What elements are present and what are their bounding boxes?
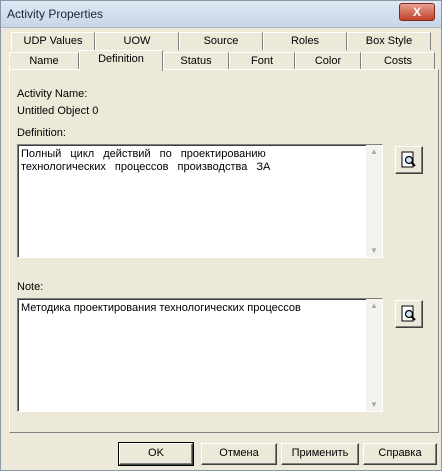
cancel-label: Отмена xyxy=(219,447,259,459)
help-button[interactable]: Справка xyxy=(363,443,437,465)
scroll-up-arrow-icon[interactable]: ▲ xyxy=(370,301,378,310)
note-textarea[interactable]: Методика проектирования технологических … xyxy=(17,298,383,412)
definition-text: Полный цикл действий по проектированию т… xyxy=(21,148,271,173)
help-label: Справка xyxy=(378,447,422,459)
activity-properties-dialog: Activity Properties X UDP Values UOW Sou… xyxy=(0,0,442,471)
tab-box-style[interactable]: Box Style xyxy=(347,32,431,50)
tab-label: Name xyxy=(29,55,59,67)
tab-label: Costs xyxy=(383,55,413,67)
activity-name-label: Activity Name: xyxy=(17,88,88,100)
tab-label: Roles xyxy=(290,35,320,47)
tab-label: UOW xyxy=(123,35,151,47)
tab-udp-values[interactable]: UDP Values xyxy=(11,32,95,50)
note-scrollbar[interactable]: ▲ ▼ xyxy=(366,299,382,411)
definition-zoom-button[interactable] xyxy=(395,146,423,174)
tab-costs[interactable]: Costs xyxy=(361,52,435,70)
tab-label: Status xyxy=(180,55,212,67)
tab-label: UDP Values xyxy=(23,35,83,47)
scroll-down-arrow-icon[interactable]: ▼ xyxy=(370,400,378,409)
note-label: Note: xyxy=(17,281,44,293)
title-bar[interactable]: Activity Properties X xyxy=(1,1,441,28)
tab-label: Font xyxy=(250,55,273,67)
tab-definition[interactable]: Definition xyxy=(79,50,163,71)
document-magnifier-icon xyxy=(401,151,416,168)
tab-label: Color xyxy=(314,55,342,67)
ok-label: OK xyxy=(148,447,164,459)
tab-label: Definition xyxy=(98,53,144,65)
tab-label: Source xyxy=(203,35,239,47)
tab-color[interactable]: Color xyxy=(295,52,361,70)
window-title: Activity Properties xyxy=(7,7,104,21)
dialog-client: UDP Values UOW Source Roles Box Style Na… xyxy=(5,28,439,466)
tab-status[interactable]: Status xyxy=(163,52,229,70)
apply-label: Применить xyxy=(291,447,349,459)
scroll-down-arrow-icon[interactable]: ▼ xyxy=(370,246,378,255)
document-magnifier-icon xyxy=(401,305,416,322)
close-icon: X xyxy=(412,5,421,19)
tab-name[interactable]: Name xyxy=(9,52,79,70)
tab-label: Box Style xyxy=(365,35,413,47)
definition-scrollbar[interactable]: ▲ ▼ xyxy=(366,145,382,257)
tab-uow[interactable]: UOW xyxy=(95,32,179,50)
cancel-button[interactable]: Отмена xyxy=(201,443,277,465)
scroll-up-arrow-icon[interactable]: ▲ xyxy=(370,147,378,156)
definition-textarea[interactable]: Полный цикл действий по проектированию т… xyxy=(17,144,383,258)
definition-label: Definition: xyxy=(17,127,66,139)
note-text: Методика проектирования технологических … xyxy=(21,302,301,314)
apply-button[interactable]: Применить xyxy=(281,443,359,465)
activity-name-value: Untitled Object 0 xyxy=(17,105,99,117)
ok-button[interactable]: OK xyxy=(118,442,194,466)
close-button[interactable]: X xyxy=(399,3,435,21)
tab-source[interactable]: Source xyxy=(179,32,263,50)
tab-roles[interactable]: Roles xyxy=(263,32,347,50)
note-zoom-button[interactable] xyxy=(395,300,423,328)
tab-font[interactable]: Font xyxy=(229,52,295,70)
